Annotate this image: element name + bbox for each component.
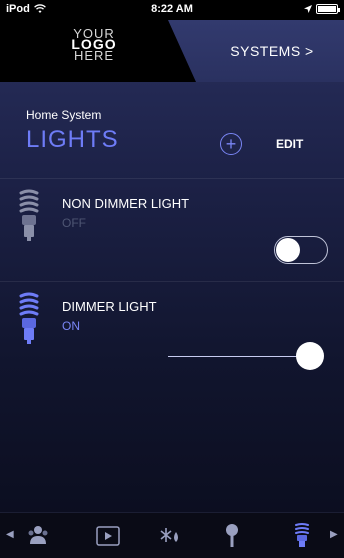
light-row-non-dimmer: NON DIMMER LIGHT OFF <box>0 179 344 281</box>
light-name: NON DIMMER LIGHT <box>62 196 190 211</box>
light-row-dimmer: DIMMER LIGHT ON <box>0 282 344 392</box>
bulb-off-icon <box>19 189 39 241</box>
nav-item-people[interactable] <box>24 521 52 551</box>
battery-icon <box>316 4 340 14</box>
bottom-nav: ◀ ▶ <box>0 512 344 558</box>
light-name: DIMMER LIGHT <box>62 299 157 314</box>
nav-item-irrigation[interactable] <box>218 521 246 551</box>
add-light-button[interactable]: + <box>220 133 242 155</box>
nav-item-lights[interactable] <box>288 521 316 551</box>
plus-icon: + <box>225 134 237 154</box>
light-status: ON <box>62 319 80 333</box>
climate-icon <box>160 528 178 542</box>
nav-right-arrow-icon[interactable]: ▶ <box>330 529 338 540</box>
page-title: LIGHTS <box>26 126 119 153</box>
light-status: OFF <box>62 216 86 230</box>
location-arrow-icon <box>304 5 312 13</box>
nav-item-climate[interactable] <box>156 521 184 551</box>
toggle-knob <box>276 238 300 262</box>
irrigation-icon <box>226 524 238 547</box>
bulb-on-icon <box>19 292 39 344</box>
play-icon <box>96 526 120 546</box>
status-time: 8:22 AM <box>151 3 193 15</box>
nav-left-arrow-icon[interactable]: ◀ <box>6 529 14 540</box>
dimmer-slider-knob[interactable] <box>296 342 324 370</box>
logo: YOUR LOGO HERE <box>64 27 124 62</box>
edit-button[interactable]: EDIT <box>276 137 303 151</box>
bulb-icon <box>295 523 309 547</box>
status-bar: iPod 8:22 AM <box>0 0 344 20</box>
status-right <box>304 4 340 14</box>
dimmer-slider-track[interactable] <box>168 356 310 357</box>
light-toggle[interactable] <box>274 236 328 264</box>
systems-button[interactable]: SYSTEMS > <box>200 20 344 82</box>
people-icon <box>28 526 48 544</box>
app-screen: iPod 8:22 AM YOUR LOGO HERE SYSTEMS > Ho… <box>0 0 344 558</box>
nav-item-media[interactable] <box>94 521 122 551</box>
section-subtitle: Home System <box>26 108 102 122</box>
